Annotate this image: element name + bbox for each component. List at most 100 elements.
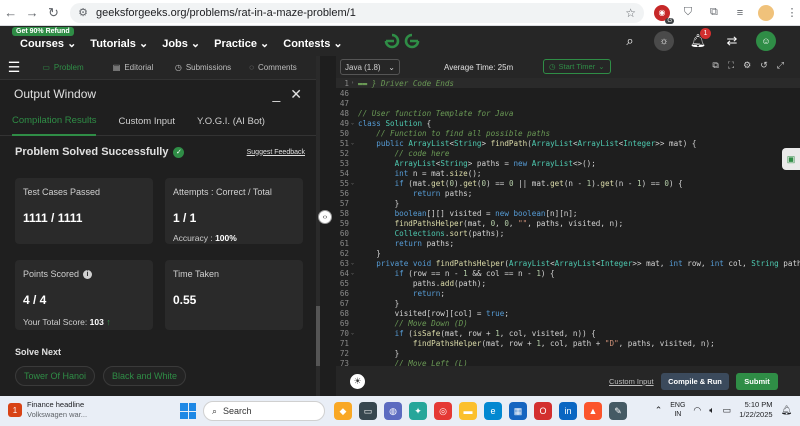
notification-icon[interactable]: 🔔︎ — [781, 405, 792, 416]
code-line[interactable]: 58 boolean[][] visited = new boolean[n][… — [336, 208, 800, 218]
code-line[interactable]: 1 › ▬▬ } Driver Code Ends — [336, 78, 800, 88]
notification-bell-icon[interactable]: 🔔︎ 1 — [688, 28, 711, 51]
code-line[interactable]: 72 } — [336, 348, 800, 358]
code-line[interactable]: 59 findPathsHelper(mat, 0, 0, "", paths,… — [336, 218, 800, 228]
tab-comments[interactable]: ◌ Comments — [238, 63, 308, 72]
hint-bulb-icon[interactable]: ☀ — [350, 373, 365, 389]
code-line[interactable]: 57 } — [336, 198, 800, 208]
code-line[interactable]: 56 return paths; — [336, 188, 800, 198]
menu-courses[interactable]: Courses ⌄ — [20, 37, 76, 50]
code-line[interactable]: 73 // Move Left (L) — [336, 358, 800, 367]
code-line[interactable]: 47 — [336, 98, 800, 108]
teams-app-icon[interactable]: ◍ — [384, 402, 402, 420]
code-line[interactable]: 53 ArrayList<String> paths = new ArrayLi… — [336, 158, 800, 168]
translate-icon[interactable]: ⇄ — [722, 31, 742, 51]
edge-app-icon[interactable]: e — [484, 402, 502, 420]
fold-toggle-icon[interactable]: ⌄ — [349, 330, 356, 336]
left-scrollbar[interactable] — [316, 56, 320, 396]
language-select[interactable]: Java (1.8) ⌄ — [340, 59, 400, 75]
code-line[interactable]: 63 ⌄ private void findPathsHelper(ArrayLi… — [336, 258, 800, 268]
task-view-icon[interactable]: ▭ — [359, 402, 377, 420]
fold-toggle-icon[interactable]: › — [349, 80, 356, 86]
wifi-icon[interactable]: ◠ — [693, 405, 701, 416]
code-line[interactable]: 66 return; — [336, 288, 800, 298]
chrome-app-icon[interactable]: ◎ — [434, 402, 452, 420]
copilot-app-icon[interactable]: ✦ — [409, 402, 427, 420]
expand-icon[interactable]: ⤢ — [777, 60, 784, 71]
menu-contests[interactable]: Contests ⌄ — [283, 37, 342, 50]
scrollbar-thumb[interactable] — [316, 306, 320, 366]
code-line[interactable]: 55 ⌄ if (mat.get(0).get(0) == 0 || mat.ge… — [336, 178, 800, 188]
bookmark-star-icon[interactable]: ☆ — [625, 6, 636, 20]
copy-icon[interactable]: ⧉ — [712, 60, 718, 71]
minimize-icon[interactable]: _ — [272, 86, 280, 103]
settings-icon[interactable]: ⚙ — [743, 60, 751, 71]
suggest-feedback-link[interactable]: Suggest Feedback — [247, 149, 305, 156]
site-info-icon[interactable]: ⚙ — [78, 6, 88, 19]
reload-icon[interactable]: ↻ — [43, 2, 64, 24]
widgets-app-icon[interactable]: ◆ — [334, 402, 352, 420]
profile-avatar[interactable] — [757, 4, 774, 21]
media-controls-icon[interactable]: ≡ — [732, 5, 748, 21]
tab-problem[interactable]: ▭ Problem — [28, 63, 98, 72]
reset-icon[interactable]: ↺ — [760, 60, 768, 71]
tab-yogi-ai-bot[interactable]: Y.O.G.I. (AI Bot) — [197, 108, 265, 136]
code-editor[interactable]: 1 › ▬▬ } Driver Code Ends 46 47 48// User fun… — [336, 78, 800, 366]
solve-next-chip[interactable]: Black and White — [103, 366, 187, 386]
taskbar-search[interactable]: ⌕ Search — [203, 401, 325, 421]
theme-toggle-icon[interactable]: ☼ — [654, 31, 674, 51]
tab-custom-input[interactable]: Custom Input — [118, 108, 175, 136]
tab-editorial[interactable]: ▤ Editorial — [98, 63, 168, 72]
code-line[interactable]: 67 } — [336, 298, 800, 308]
fold-toggle-icon[interactable]: ⌄ — [349, 260, 356, 266]
panel-resize-handle-icon[interactable]: ‹› — [318, 210, 332, 224]
hamburger-menu-icon[interactable]: ☰ — [0, 59, 28, 76]
code-line[interactable]: 71 findPathsHelper(mat, row + 1, col, pa… — [336, 338, 800, 348]
volume-icon[interactable]: 🔈︎ — [709, 405, 714, 416]
submit-button[interactable]: Submit — [736, 373, 778, 390]
notepad-app-icon[interactable]: ✎ — [609, 402, 627, 420]
news-widget[interactable]: 1 Finance headline Volkswagen war... — [8, 400, 87, 420]
info-icon[interactable]: i — [83, 269, 93, 279]
start-timer-button[interactable]: ◷ Start Timer ⌄ — [543, 59, 611, 74]
fold-toggle-icon[interactable]: ⌄ — [349, 120, 356, 126]
tab-compilation-results[interactable]: Compilation Results — [12, 108, 97, 136]
code-line[interactable]: 51 ⌄ public ArrayList<String> findPath(Ar… — [336, 138, 800, 148]
extension-shield-icon[interactable]: ⛉ — [680, 5, 696, 21]
code-line[interactable]: 52 // code here — [336, 148, 800, 158]
brave-app-icon[interactable]: ▲ — [584, 402, 602, 420]
code-line[interactable]: 69 // Move Down (D) — [336, 318, 800, 328]
language-indicator[interactable]: ENG IN — [670, 401, 685, 419]
code-line[interactable]: 46 — [336, 88, 800, 98]
user-avatar[interactable]: ☺ — [756, 31, 776, 51]
code-line[interactable]: 60 Collections.sort(paths); — [336, 228, 800, 238]
code-line[interactable]: 48 // User function Template for Java — [336, 108, 800, 118]
chat-widget-icon[interactable]: ▣ — [782, 148, 800, 170]
forward-icon[interactable]: → — [21, 2, 42, 24]
chevron-up-icon[interactable]: ⌃ — [655, 405, 663, 416]
microsoft-store-icon[interactable]: ▦ — [509, 402, 527, 420]
code-line[interactable]: 49 ⌄ class Solution { — [336, 118, 800, 128]
menu-practice[interactable]: Practice ⌄ — [214, 37, 269, 50]
search-icon[interactable]: ⌕ — [620, 31, 640, 51]
code-line[interactable]: 70 ⌄ if (isSafe(mat, row + 1, col, visite… — [336, 328, 800, 338]
gfg-logo-icon[interactable] — [382, 31, 422, 51]
custom-input-link[interactable]: Custom Input — [609, 377, 654, 386]
code-line[interactable]: 64 ⌄ if (row == n - 1 && col == n - 1) { — [336, 268, 800, 278]
linkedin-app-icon[interactable]: in — [559, 402, 577, 420]
file-explorer-icon[interactable]: ▬ — [459, 402, 477, 420]
code-line[interactable]: 54 int n = mat.size(); — [336, 168, 800, 178]
tab-submissions[interactable]: ◷ Submissions — [168, 63, 238, 72]
refund-badge[interactable]: Get 90% Refund — [12, 27, 74, 36]
opera-app-icon[interactable]: O — [534, 402, 552, 420]
battery-icon[interactable]: ▭ — [723, 405, 732, 416]
code-line[interactable]: 61 return paths; — [336, 238, 800, 248]
compile-run-button[interactable]: Compile & Run — [661, 373, 729, 390]
extensions-puzzle-icon[interactable]: ⧉ — [706, 5, 722, 21]
fold-toggle-icon[interactable]: ⌄ — [349, 140, 356, 146]
fold-toggle-icon[interactable]: ⌄ — [349, 180, 356, 186]
menu-jobs[interactable]: Jobs ⌄ — [162, 37, 200, 50]
menu-tutorials[interactable]: Tutorials ⌄ — [90, 37, 148, 50]
code-line[interactable]: 65 paths.add(path); — [336, 278, 800, 288]
solve-next-chip[interactable]: Tower Of Hanoi — [15, 366, 96, 386]
